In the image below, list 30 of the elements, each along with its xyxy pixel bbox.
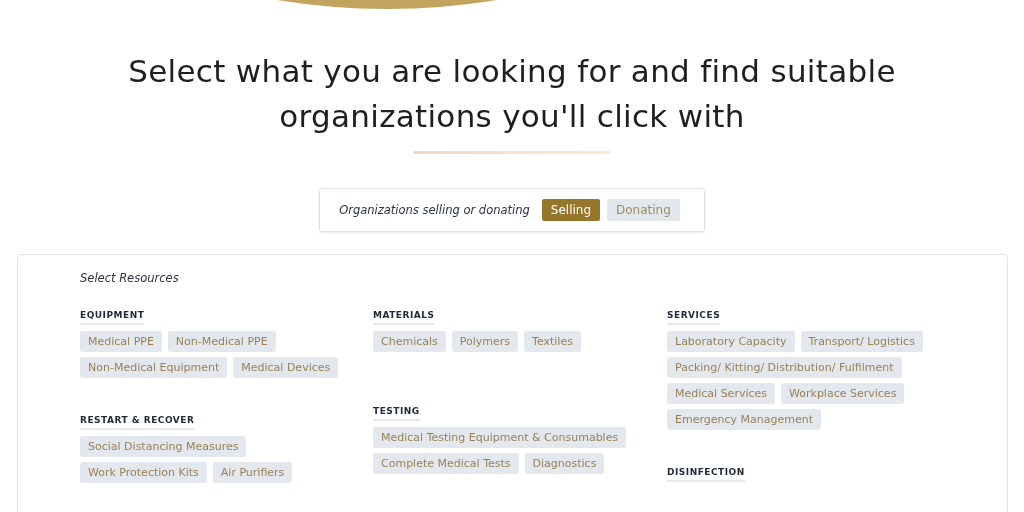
resource-tag[interactable]: Non-Medical PPE [167,331,276,352]
resource-tag[interactable]: Medical PPE [80,331,162,352]
resource-tag[interactable]: Transport/ Logistics [800,331,923,352]
resource-tag[interactable]: Chemicals [373,331,446,352]
section-heading: RESTART & RECOVER [80,415,195,430]
resource-tag[interactable]: Diagnostics [524,453,605,474]
page-title: Select what you are looking for and find suitable organizations you'll click with [127,52,897,136]
resource-tag[interactable]: Textiles [524,331,581,352]
resource-tag[interactable]: Polymers [451,331,519,352]
resource-tag[interactable]: Work Protection Kits [80,462,207,483]
resource-tag[interactable]: Complete Medical Tests [373,453,519,474]
resource-tag[interactable]: Laboratory Capacity [667,331,795,352]
mode-toggle[interactable]: Selling [541,199,601,221]
resource-tag[interactable]: Medical Services [667,383,776,404]
resource-tag[interactable]: Social Distancing Measures [80,436,247,457]
section-heading: DISINFECTION [667,467,745,482]
resource-tag[interactable]: Packing/ Kitting/ Distribution/ Fulfilment [667,357,902,378]
resource-tag[interactable]: Air Purifiers [212,462,293,483]
section-heading: MATERIALS [373,310,435,325]
resource-tag[interactable]: Workplace Services [781,383,905,404]
section-heading: TESTING [373,406,420,421]
resource-tag[interactable]: Medical Devices [233,357,339,378]
resource-tag[interactable]: Medical Testing Equipment & Consumables [373,427,627,448]
resource-tag[interactable]: Emergency Management [667,409,821,430]
filter-label: Organizations selling or donating [339,203,530,217]
card-title: Select Resources [80,271,180,285]
mode-toggle[interactable]: Donating [607,199,680,221]
resource-tag[interactable]: Non-Medical Equipment [80,357,228,378]
section-heading: SERVICES [667,310,721,325]
section-heading: EQUIPMENT [80,310,145,325]
